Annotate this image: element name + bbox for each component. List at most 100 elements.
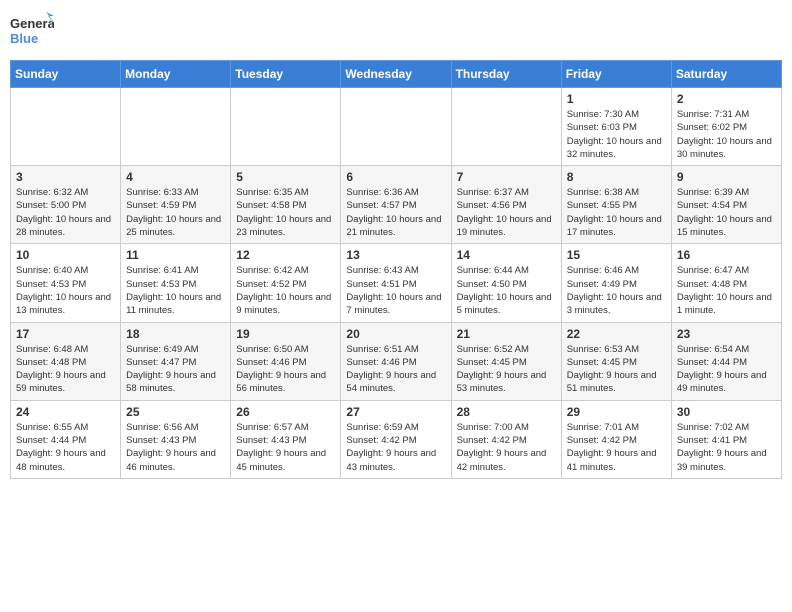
day-info: Sunrise: 6:43 AMSunset: 4:51 PMDaylight:… (346, 264, 445, 317)
day-header-thursday: Thursday (451, 61, 561, 88)
day-number: 25 (126, 405, 225, 419)
calendar-cell (121, 88, 231, 166)
day-info: Sunrise: 6:36 AMSunset: 4:57 PMDaylight:… (346, 186, 445, 239)
day-number: 4 (126, 170, 225, 184)
day-info: Sunrise: 6:49 AMSunset: 4:47 PMDaylight:… (126, 343, 225, 396)
day-info: Sunrise: 6:48 AMSunset: 4:48 PMDaylight:… (16, 343, 115, 396)
calendar-cell: 16 Sunrise: 6:47 AMSunset: 4:48 PMDayligh… (671, 244, 781, 322)
day-info: Sunrise: 6:46 AMSunset: 4:49 PMDaylight:… (567, 264, 666, 317)
day-info: Sunrise: 6:35 AMSunset: 4:58 PMDaylight:… (236, 186, 335, 239)
calendar-cell: 30 Sunrise: 7:02 AMSunset: 4:41 PMDayligh… (671, 400, 781, 478)
day-number: 9 (677, 170, 776, 184)
day-header-sunday: Sunday (11, 61, 121, 88)
calendar-cell: 8Sunrise: 6:38 AMSunset: 4:55 PMDaylight… (561, 166, 671, 244)
svg-text:General: General (10, 16, 54, 31)
day-number: 29 (567, 405, 666, 419)
day-info: Sunrise: 6:40 AMSunset: 4:53 PMDaylight:… (16, 264, 115, 317)
calendar-cell: 14 Sunrise: 6:44 AMSunset: 4:50 PMDayligh… (451, 244, 561, 322)
day-info: Sunrise: 6:50 AMSunset: 4:46 PMDaylight:… (236, 343, 335, 396)
calendar-header: SundayMondayTuesdayWednesdayThursdayFrid… (11, 61, 782, 88)
day-number: 15 (567, 248, 666, 262)
calendar-cell: 5 Sunrise: 6:35 AMSunset: 4:58 PMDaylight… (231, 166, 341, 244)
calendar-cell: 15 Sunrise: 6:46 AMSunset: 4:49 PMDayligh… (561, 244, 671, 322)
calendar-cell: 26Sunrise: 6:57 AMSunset: 4:43 PMDayligh… (231, 400, 341, 478)
logo-svg: General Blue (10, 10, 54, 54)
calendar-cell: 28 Sunrise: 7:00 AMSunset: 4:42 PMDayligh… (451, 400, 561, 478)
week-row-1: 3 Sunrise: 6:32 AMSunset: 5:00 PMDaylight… (11, 166, 782, 244)
day-number: 27 (346, 405, 445, 419)
logo-container: General Blue (10, 10, 54, 54)
svg-text:Blue: Blue (10, 31, 38, 46)
day-number: 24 (16, 405, 115, 419)
calendar-cell (341, 88, 451, 166)
day-info: Sunrise: 6:38 AMSunset: 4:55 PMDaylight:… (567, 186, 666, 239)
day-info: Sunrise: 6:42 AMSunset: 4:52 PMDaylight:… (236, 264, 335, 317)
week-row-2: 10 Sunrise: 6:40 AMSunset: 4:53 PMDayligh… (11, 244, 782, 322)
header: General Blue (10, 10, 782, 54)
day-info: Sunrise: 6:59 AMSunset: 4:42 PMDaylight:… (346, 421, 445, 474)
week-row-4: 24 Sunrise: 6:55 AMSunset: 4:44 PMDayligh… (11, 400, 782, 478)
day-header-tuesday: Tuesday (231, 61, 341, 88)
calendar-cell (451, 88, 561, 166)
calendar-cell: 23Sunrise: 6:54 AMSunset: 4:44 PMDayligh… (671, 322, 781, 400)
day-number: 17 (16, 327, 115, 341)
day-number: 21 (457, 327, 556, 341)
day-header-wednesday: Wednesday (341, 61, 451, 88)
calendar-cell: 13 Sunrise: 6:43 AMSunset: 4:51 PMDayligh… (341, 244, 451, 322)
calendar-body: 1Sunrise: 7:30 AMSunset: 6:03 PMDaylight… (11, 88, 782, 479)
calendar-cell: 18Sunrise: 6:49 AMSunset: 4:47 PMDayligh… (121, 322, 231, 400)
calendar-cell: 22Sunrise: 6:53 AMSunset: 4:45 PMDayligh… (561, 322, 671, 400)
day-info: Sunrise: 6:53 AMSunset: 4:45 PMDaylight:… (567, 343, 666, 396)
day-number: 10 (16, 248, 115, 262)
day-number: 12 (236, 248, 335, 262)
day-number: 19 (236, 327, 335, 341)
week-row-3: 17 Sunrise: 6:48 AMSunset: 4:48 PMDayligh… (11, 322, 782, 400)
day-number: 6 (346, 170, 445, 184)
day-number: 2 (677, 92, 776, 106)
day-info: Sunrise: 6:56 AMSunset: 4:43 PMDaylight:… (126, 421, 225, 474)
day-number: 28 (457, 405, 556, 419)
day-info: Sunrise: 6:44 AMSunset: 4:50 PMDaylight:… (457, 264, 556, 317)
calendar-cell: 20Sunrise: 6:51 AMSunset: 4:46 PMDayligh… (341, 322, 451, 400)
day-number: 16 (677, 248, 776, 262)
day-number: 14 (457, 248, 556, 262)
day-info: Sunrise: 6:39 AMSunset: 4:54 PMDaylight:… (677, 186, 776, 239)
day-number: 11 (126, 248, 225, 262)
day-number: 1 (567, 92, 666, 106)
calendar-cell: 6 Sunrise: 6:36 AMSunset: 4:57 PMDaylight… (341, 166, 451, 244)
calendar-cell: 25 Sunrise: 6:56 AMSunset: 4:43 PMDayligh… (121, 400, 231, 478)
day-number: 5 (236, 170, 335, 184)
day-info: Sunrise: 6:47 AMSunset: 4:48 PMDaylight:… (677, 264, 776, 317)
day-info: Sunrise: 6:51 AMSunset: 4:46 PMDaylight:… (346, 343, 445, 396)
day-number: 7 (457, 170, 556, 184)
day-info: Sunrise: 6:33 AMSunset: 4:59 PMDaylight:… (126, 186, 225, 239)
day-info: Sunrise: 7:01 AMSunset: 4:42 PMDaylight:… (567, 421, 666, 474)
day-number: 30 (677, 405, 776, 419)
calendar-cell: 4 Sunrise: 6:33 AMSunset: 4:59 PMDaylight… (121, 166, 231, 244)
calendar-cell: 9 Sunrise: 6:39 AMSunset: 4:54 PMDaylight… (671, 166, 781, 244)
day-info: Sunrise: 7:31 AMSunset: 6:02 PMDaylight:… (677, 108, 776, 161)
calendar-cell (231, 88, 341, 166)
calendar-cell: 10 Sunrise: 6:40 AMSunset: 4:53 PMDayligh… (11, 244, 121, 322)
week-row-0: 1Sunrise: 7:30 AMSunset: 6:03 PMDaylight… (11, 88, 782, 166)
calendar-cell: 19 Sunrise: 6:50 AMSunset: 4:46 PMDayligh… (231, 322, 341, 400)
day-info: Sunrise: 6:52 AMSunset: 4:45 PMDaylight:… (457, 343, 556, 396)
calendar-cell: 3 Sunrise: 6:32 AMSunset: 5:00 PMDaylight… (11, 166, 121, 244)
calendar-cell: 24 Sunrise: 6:55 AMSunset: 4:44 PMDayligh… (11, 400, 121, 478)
day-info: Sunrise: 6:55 AMSunset: 4:44 PMDaylight:… (16, 421, 115, 474)
day-info: Sunrise: 7:02 AMSunset: 4:41 PMDaylight:… (677, 421, 776, 474)
day-number: 3 (16, 170, 115, 184)
calendar-cell: 17 Sunrise: 6:48 AMSunset: 4:48 PMDayligh… (11, 322, 121, 400)
day-header-saturday: Saturday (671, 61, 781, 88)
calendar-cell: 12 Sunrise: 6:42 AMSunset: 4:52 PMDayligh… (231, 244, 341, 322)
calendar-cell: 29 Sunrise: 7:01 AMSunset: 4:42 PMDayligh… (561, 400, 671, 478)
day-info: Sunrise: 6:57 AMSunset: 4:43 PMDaylight:… (236, 421, 335, 474)
day-number: 13 (346, 248, 445, 262)
day-info: Sunrise: 6:54 AMSunset: 4:44 PMDaylight:… (677, 343, 776, 396)
day-info: Sunrise: 6:37 AMSunset: 4:56 PMDaylight:… (457, 186, 556, 239)
calendar-cell: 27 Sunrise: 6:59 AMSunset: 4:42 PMDayligh… (341, 400, 451, 478)
calendar-cell: 7 Sunrise: 6:37 AMSunset: 4:56 PMDaylight… (451, 166, 561, 244)
day-info: Sunrise: 6:32 AMSunset: 5:00 PMDaylight:… (16, 186, 115, 239)
day-info: Sunrise: 7:00 AMSunset: 4:42 PMDaylight:… (457, 421, 556, 474)
calendar-cell: 2 Sunrise: 7:31 AMSunset: 6:02 PMDaylight… (671, 88, 781, 166)
